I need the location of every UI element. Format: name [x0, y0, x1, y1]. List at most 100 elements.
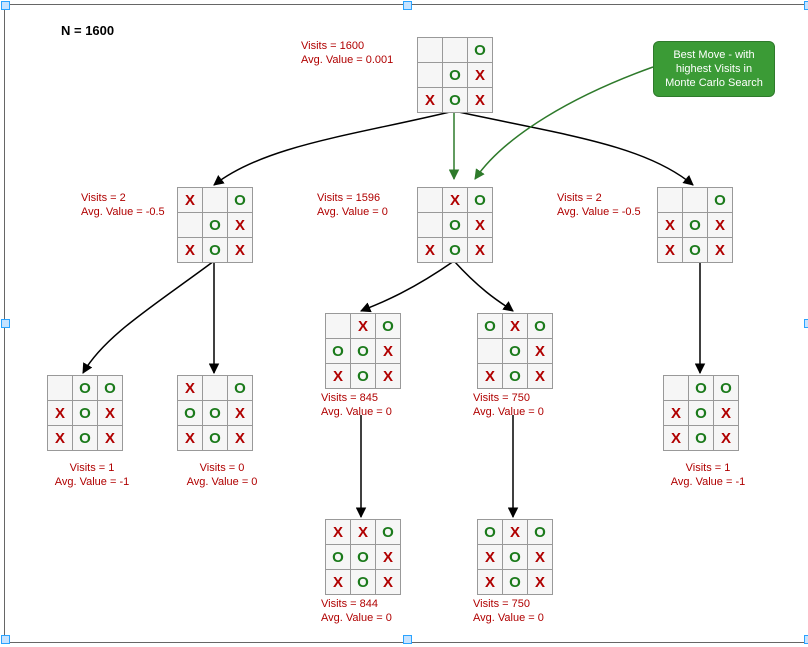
callout-line: Monte Carlo Search — [662, 76, 766, 90]
board-root: OOXXOX — [417, 37, 493, 113]
node-stats: Visits = 844Avg. Value = 0 — [321, 597, 392, 625]
board-cell: X — [708, 213, 732, 237]
board: XOOOXXOX — [177, 375, 253, 451]
board-cell: O — [528, 520, 552, 544]
board-cell: X — [351, 520, 375, 544]
board-cell: O — [178, 401, 202, 425]
board: OXOOXXOX — [477, 313, 553, 389]
board-cell: X — [468, 88, 492, 112]
board-cell: X — [528, 339, 552, 363]
resize-handle[interactable] — [804, 635, 808, 644]
board-cell: O — [203, 401, 227, 425]
resize-handle[interactable] — [403, 635, 412, 644]
node-stats: Visits = 0Avg. Value = 0 — [177, 461, 267, 489]
board-cell: X — [443, 188, 467, 212]
board-cell — [443, 38, 467, 62]
board-cell: X — [468, 63, 492, 87]
board-cell: X — [228, 213, 252, 237]
board: XOOXXOX — [177, 187, 253, 263]
board-cell — [683, 188, 707, 212]
best-move-callout: Best Move - with highest Visits in Monte… — [653, 41, 775, 97]
board-cell: X — [418, 238, 442, 262]
board-cell: X — [468, 213, 492, 237]
board-cell: X — [658, 238, 682, 262]
board-cell — [48, 376, 72, 400]
resize-handle[interactable] — [1, 1, 10, 10]
board-cell: X — [376, 545, 400, 569]
board-cell: X — [528, 545, 552, 569]
callout-line: highest Visits in — [662, 62, 766, 76]
resize-handle[interactable] — [804, 319, 808, 328]
diagram-canvas: N = 1600 Best Move - with highest Visits… — [4, 4, 808, 643]
board-cell: X — [178, 188, 202, 212]
resize-handle[interactable] — [403, 1, 412, 10]
callout-line: Best Move - with — [662, 48, 766, 62]
board-cell — [418, 38, 442, 62]
board-cell — [664, 376, 688, 400]
board-cell: X — [326, 520, 350, 544]
node-stats: Visits = 2Avg. Value = -0.5 — [81, 191, 165, 219]
node-stats: Visits = 750Avg. Value = 0 — [473, 597, 544, 625]
board-cell: O — [503, 545, 527, 569]
board-cell: X — [376, 364, 400, 388]
board-cell: O — [443, 88, 467, 112]
node-stats: Visits = 1596Avg. Value = 0 — [317, 191, 388, 219]
board-cell: O — [351, 545, 375, 569]
board-cell: O — [689, 401, 713, 425]
board: OOXOXXOX — [47, 375, 123, 451]
board-cell: O — [228, 376, 252, 400]
board-cell — [658, 188, 682, 212]
board-cell: O — [203, 238, 227, 262]
board-cell: X — [228, 238, 252, 262]
board-cell: X — [478, 545, 502, 569]
node-stats: Visits = 1Avg. Value = -1 — [47, 461, 137, 489]
resize-handle[interactable] — [804, 1, 808, 10]
board-cell: X — [178, 376, 202, 400]
board-cell: O — [73, 401, 97, 425]
node-stats: Visits = 845Avg. Value = 0 — [321, 391, 392, 419]
board-cell: X — [48, 426, 72, 450]
board-cell: X — [326, 570, 350, 594]
board-cell: X — [228, 401, 252, 425]
node-stats: Visits = 750Avg. Value = 0 — [473, 391, 544, 419]
board: XXOOOXXOX — [325, 519, 401, 595]
board-cell: O — [443, 63, 467, 87]
board-cell: X — [708, 238, 732, 262]
resize-handle[interactable] — [1, 635, 10, 644]
board-cell: X — [664, 401, 688, 425]
board-cell: O — [683, 238, 707, 262]
node-stats: Visits = 1Avg. Value = -1 — [663, 461, 753, 489]
resize-handle[interactable] — [1, 319, 10, 328]
board-cell: X — [98, 401, 122, 425]
board-cell: X — [664, 426, 688, 450]
board-cell: X — [48, 401, 72, 425]
board-cell: O — [478, 314, 502, 338]
board: XOOOXXOX — [325, 313, 401, 389]
board: OOXOXXOX — [663, 375, 739, 451]
board-cell: O — [376, 520, 400, 544]
board-cell: O — [326, 339, 350, 363]
board-cell: O — [228, 188, 252, 212]
board-cell — [418, 63, 442, 87]
board-cell: O — [689, 376, 713, 400]
connectors — [5, 5, 808, 644]
board: OXOXXOX — [657, 187, 733, 263]
board-cell: X — [528, 570, 552, 594]
board-cell: O — [443, 238, 467, 262]
board-cell: O — [683, 213, 707, 237]
node-stats-root: Visits = 1600Avg. Value = 0.001 — [301, 39, 393, 67]
board-cell: X — [478, 364, 502, 388]
board-cell: O — [351, 339, 375, 363]
board-cell: X — [478, 570, 502, 594]
board-cell: X — [351, 314, 375, 338]
board-cell: X — [528, 364, 552, 388]
board-cell: X — [418, 88, 442, 112]
board: XOOXXOX — [417, 187, 493, 263]
board-cell: O — [714, 376, 738, 400]
board-cell: O — [73, 376, 97, 400]
board-cell — [203, 188, 227, 212]
board-cell: X — [178, 238, 202, 262]
board-cell: X — [468, 238, 492, 262]
board-cell: O — [73, 426, 97, 450]
board-cell: X — [714, 426, 738, 450]
